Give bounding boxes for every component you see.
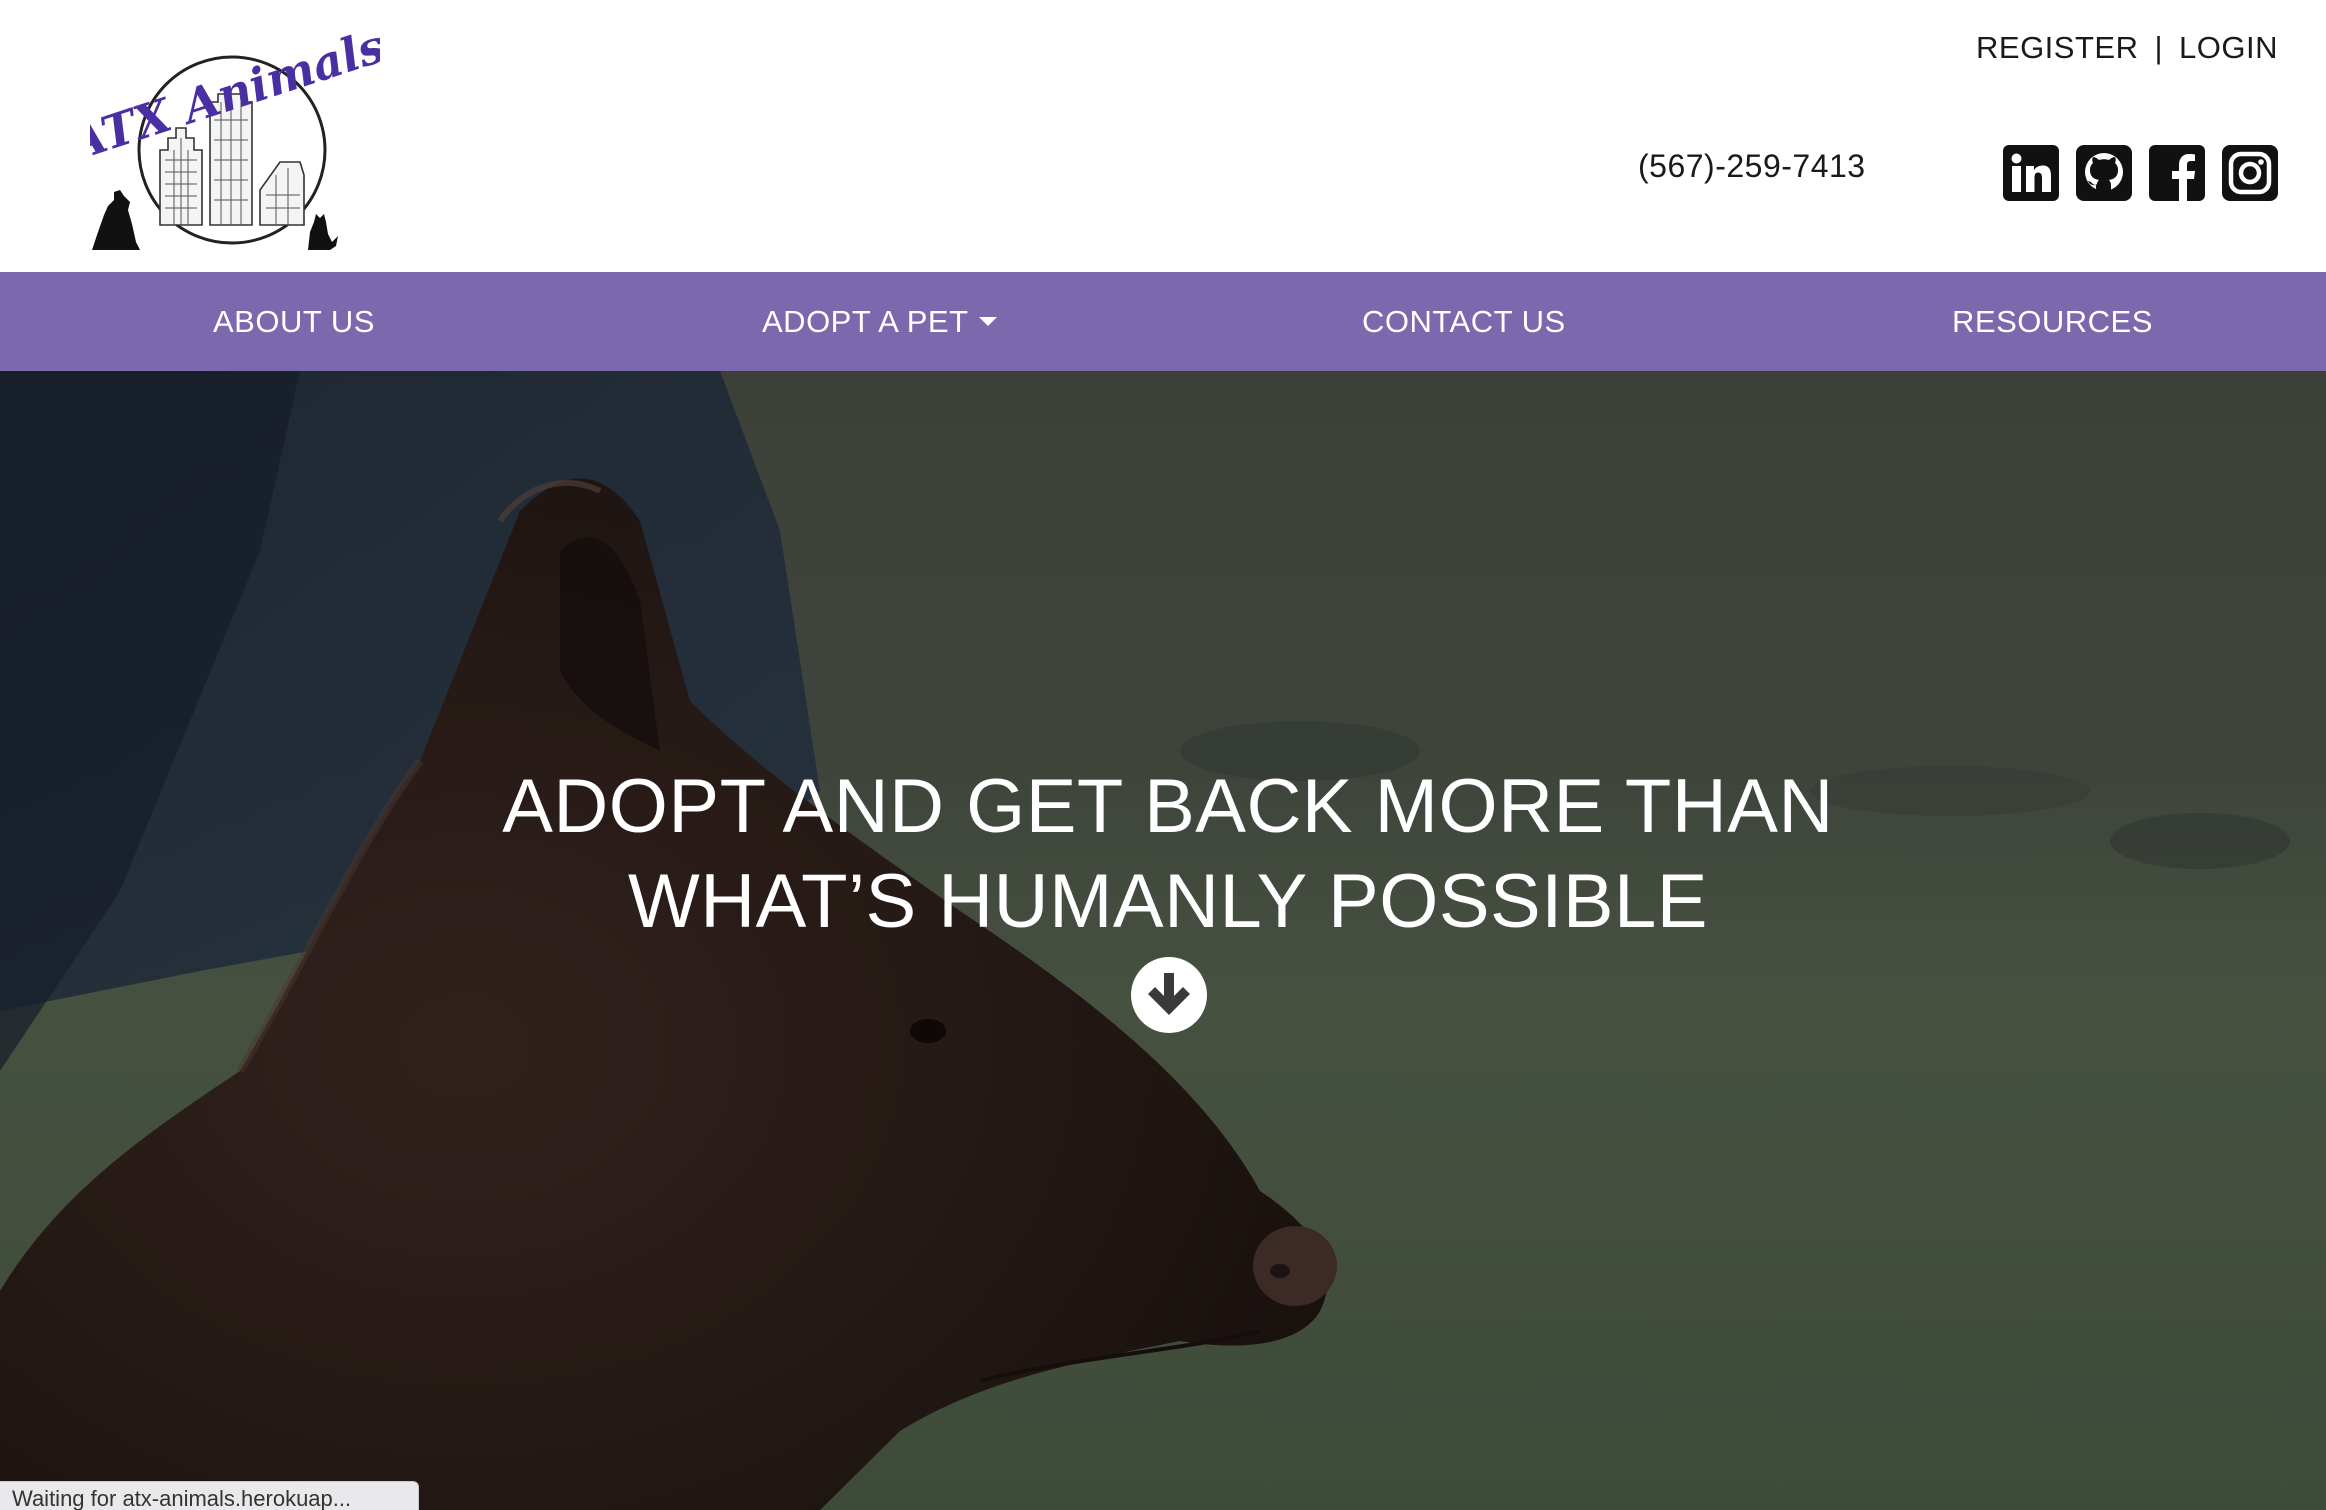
nav-about-us-label: ABOUT US: [213, 304, 375, 339]
main-nav: ABOUT US ADOPT A PET CONTACT US RESOURCE…: [0, 272, 2326, 371]
atx-animals-logo[interactable]: ATX Animals: [90, 10, 380, 260]
login-link[interactable]: LOGIN: [2179, 30, 2278, 65]
caret-down-icon: [978, 317, 997, 327]
site-header: ATX Animals REGISTER | LOGIN (567)-259-741…: [0, 0, 2326, 272]
instagram-icon[interactable]: [2222, 145, 2278, 201]
social-links: [2003, 145, 2278, 201]
auth-links: REGISTER | LOGIN: [1976, 30, 2278, 66]
register-link[interactable]: REGISTER: [1976, 30, 2138, 65]
hero-headline-line-2: WHAT’S HUMANLY POSSIBLE: [628, 859, 1708, 944]
nav-contact-us-label: CONTACT US: [1362, 304, 1566, 339]
nav-resources[interactable]: RESOURCES: [1952, 272, 2153, 371]
nav-adopt-a-pet[interactable]: ADOPT A PET: [762, 272, 997, 371]
nav-adopt-a-pet-label: ADOPT A PET: [762, 304, 969, 339]
nav-resources-label: RESOURCES: [1952, 304, 2153, 339]
auth-separator: |: [2154, 30, 2164, 65]
github-icon[interactable]: [2076, 145, 2132, 201]
hero-headline: ADOPT AND GET BACK MORE THAN WHAT’S HUMA…: [0, 759, 2326, 949]
phone-number[interactable]: (567)-259-7413: [1638, 148, 1866, 185]
hero-section: ADOPT AND GET BACK MORE THAN WHAT’S HUMA…: [0, 371, 2326, 1510]
hero-headline-line-1: ADOPT AND GET BACK MORE THAN: [502, 764, 1834, 849]
nav-contact-us[interactable]: CONTACT US: [1362, 272, 1566, 371]
linkedin-icon[interactable]: [2003, 145, 2059, 201]
browser-status-bar: Waiting for atx-animals.herokuap...: [0, 1481, 419, 1510]
nav-about-us[interactable]: ABOUT US: [213, 272, 375, 371]
facebook-icon[interactable]: [2149, 145, 2205, 201]
page: ATX Animals REGISTER | LOGIN (567)-259-741…: [0, 0, 2326, 1510]
arrow-down-circle-icon[interactable]: [1130, 956, 1208, 1034]
